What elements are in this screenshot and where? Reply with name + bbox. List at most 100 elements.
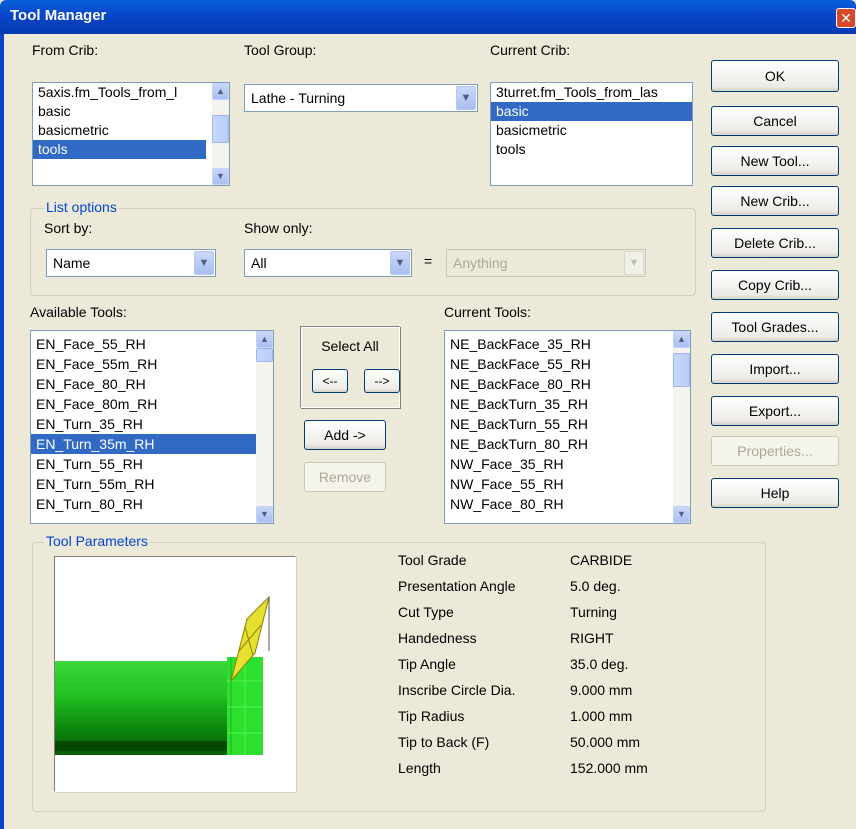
ok-button[interactable]: OK (711, 60, 839, 92)
window-title: Tool Manager (10, 7, 107, 24)
list-item[interactable]: NE_BackFace_80_RH (445, 374, 672, 394)
list-options-legend: List options (44, 199, 119, 215)
list-item[interactable]: NW_Face_80_RH (445, 494, 672, 514)
current-crib-listbox[interactable]: 3turret.fm_Tools_from_las basic basicmet… (490, 82, 693, 186)
param-name: Tip Angle (398, 656, 456, 672)
list-item[interactable]: EN_Turn_35m_RH (31, 434, 256, 454)
list-item[interactable]: tools (491, 140, 692, 159)
stock-shape (55, 657, 263, 755)
tool-group-select[interactable]: Lathe - Turning ▼ (244, 84, 478, 112)
select-all-label: Select All (321, 338, 379, 354)
from-crib-scrollbar[interactable]: ▲ ▼ (212, 83, 229, 185)
tool-parameters-legend: Tool Parameters (44, 533, 150, 549)
tool-group-value: Lathe - Turning (251, 90, 346, 106)
list-item[interactable]: EN_Face_80m_RH (31, 394, 256, 414)
tool-grades-button[interactable]: Tool Grades... (711, 312, 839, 342)
list-item[interactable]: NE_BackTurn_35_RH (445, 394, 672, 414)
help-button[interactable]: Help (711, 478, 839, 508)
scroll-up-icon[interactable]: ▲ (212, 83, 229, 100)
new-tool-button[interactable]: New Tool... (711, 146, 839, 176)
chevron-down-icon[interactable]: ▼ (390, 251, 410, 275)
available-tools-scrollbar[interactable]: ▲ ▼ (256, 331, 273, 523)
list-item[interactable]: EN_Turn_80_RH (31, 494, 256, 514)
param-name: Length (398, 760, 441, 776)
scroll-thumb[interactable] (212, 115, 229, 143)
list-item[interactable]: NE_BackTurn_55_RH (445, 414, 672, 434)
list-item[interactable]: tools (33, 140, 206, 159)
add-button[interactable]: Add -> (304, 420, 386, 450)
param-value: RIGHT (570, 630, 614, 646)
list-item[interactable]: EN_Turn_35_RH (31, 414, 256, 434)
param-name: Tool Grade (398, 552, 467, 568)
param-value: 152.000 mm (570, 760, 648, 776)
param-value: 50.000 mm (570, 734, 641, 750)
chevron-down-icon[interactable]: ▼ (194, 251, 214, 275)
list-item[interactable]: NE_BackFace_35_RH (445, 334, 672, 354)
param-value: 9.000 mm (570, 682, 633, 698)
new-crib-button[interactable]: New Crib... (711, 186, 839, 216)
param-value: CARBIDE (570, 552, 633, 568)
list-item[interactable]: EN_Turn_55_RH (31, 454, 256, 474)
export-button[interactable]: Export... (711, 396, 839, 426)
window-frame-left (0, 34, 4, 829)
param-value: 35.0 deg. (570, 656, 629, 672)
list-item[interactable]: NE_BackTurn_80_RH (445, 434, 672, 454)
available-tools-label: Available Tools: (30, 304, 127, 320)
list-item[interactable]: basic (491, 102, 692, 121)
param-value: Turning (570, 604, 617, 620)
list-item[interactable]: 5axis.fm_Tools_from_l (33, 83, 213, 102)
show-only-label: Show only: (244, 220, 313, 236)
scroll-thumb[interactable] (256, 348, 273, 362)
close-icon[interactable]: ✕ (836, 8, 856, 28)
from-crib-listbox[interactable]: 5axis.fm_Tools_from_l basic basicmetric … (32, 82, 230, 186)
current-tools-listbox[interactable]: NE_BackFace_35_RH NE_BackFace_55_RH NE_B… (444, 330, 691, 524)
scroll-down-icon[interactable]: ▼ (256, 506, 273, 523)
current-tools-scrollbar[interactable]: ▲ ▼ (673, 331, 690, 523)
sort-by-select[interactable]: Name ▼ (46, 249, 216, 277)
show-only-value: All (251, 255, 267, 271)
param-value: 5.0 deg. (570, 578, 621, 594)
import-button[interactable]: Import... (711, 354, 839, 384)
copy-crib-button[interactable]: Copy Crib... (711, 270, 839, 300)
list-item[interactable]: 3turret.fm_Tools_from_las (491, 83, 692, 102)
cancel-button[interactable]: Cancel (711, 106, 839, 136)
list-item[interactable]: NW_Face_55_RH (445, 474, 672, 494)
list-item[interactable]: basic (33, 102, 213, 121)
select-all-right-button[interactable]: --> (364, 369, 400, 393)
select-all-left-button[interactable]: <-- (312, 369, 348, 393)
sort-by-value: Name (53, 255, 91, 271)
list-item[interactable]: EN_Turn_55m_RH (31, 474, 256, 494)
tool-group-label: Tool Group: (244, 42, 317, 58)
scroll-up-icon[interactable]: ▲ (256, 331, 273, 348)
param-name: Tip Radius (398, 708, 465, 724)
scroll-thumb[interactable] (673, 353, 690, 387)
tool-preview-graphic (55, 595, 270, 755)
list-item[interactable]: NW_Face_35_RH (445, 454, 672, 474)
equals-sign: = (424, 253, 433, 269)
anything-value: Anything (453, 255, 508, 271)
param-name: Presentation Angle (398, 578, 516, 594)
param-name: Tip to Back (F) (398, 734, 490, 750)
param-name: Handedness (398, 630, 477, 646)
properties-button: Properties... (711, 436, 839, 466)
title-bar[interactable] (0, 0, 856, 34)
current-crib-label: Current Crib: (490, 42, 571, 58)
param-name: Inscribe Circle Dia. (398, 682, 516, 698)
anything-select: Anything ▼ (446, 249, 646, 277)
available-tools-listbox[interactable]: EN_Face_55_RH EN_Face_55m_RH EN_Face_80_… (30, 330, 274, 524)
scroll-up-icon[interactable]: ▲ (673, 331, 690, 348)
scroll-down-icon[interactable]: ▼ (673, 506, 690, 523)
delete-crib-button[interactable]: Delete Crib... (711, 228, 839, 258)
list-item[interactable]: EN_Face_55m_RH (31, 354, 256, 374)
sort-by-label: Sort by: (44, 220, 93, 236)
chevron-down-icon[interactable]: ▼ (456, 86, 476, 110)
list-item[interactable]: EN_Face_55_RH (31, 334, 256, 354)
list-item[interactable]: NE_BackFace_55_RH (445, 354, 672, 374)
list-item[interactable]: basicmetric (491, 121, 692, 140)
list-item[interactable]: EN_Face_80_RH (31, 374, 256, 394)
scroll-down-icon[interactable]: ▼ (212, 168, 229, 185)
show-only-select[interactable]: All ▼ (244, 249, 412, 277)
chevron-down-icon: ▼ (624, 251, 644, 275)
current-tools-label: Current Tools: (444, 304, 531, 320)
list-item[interactable]: basicmetric (33, 121, 213, 140)
